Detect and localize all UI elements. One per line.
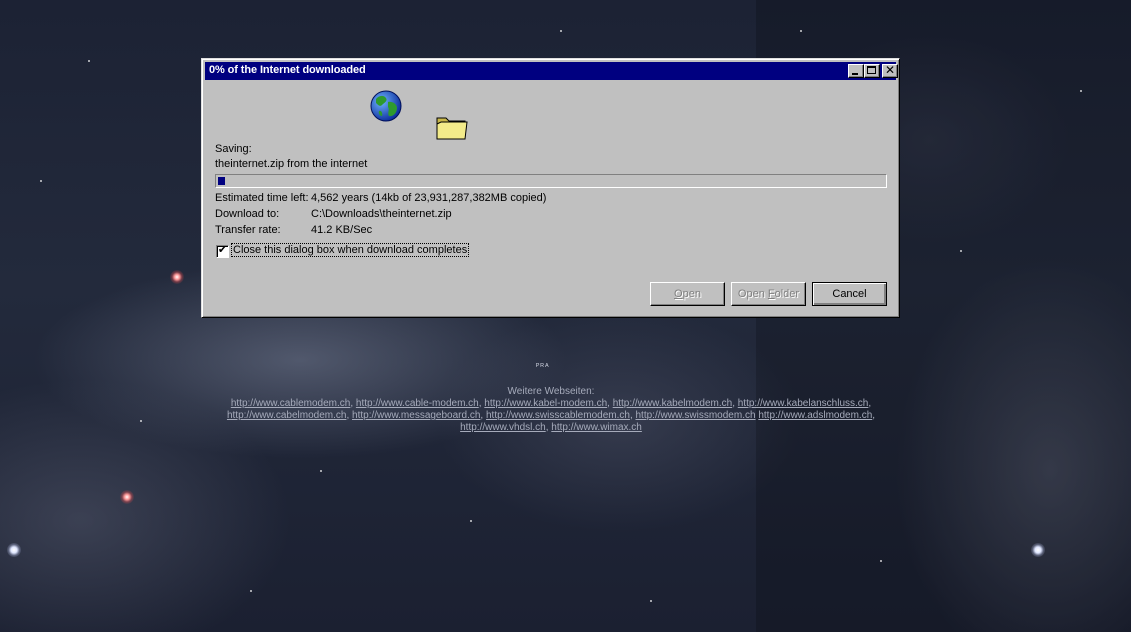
maximize-button[interactable] (864, 64, 880, 78)
open-button-label-suffix: pen (682, 288, 701, 300)
title-bar[interactable]: 0% of the Internet downloaded ✕ (205, 62, 898, 80)
footer-link[interactable]: http://www.wimax.ch (551, 422, 642, 433)
footer-link[interactable]: http://www.cabelmodem.ch (227, 410, 347, 421)
transfer-rate-value: 41.2 KB/Sec (311, 224, 373, 236)
open-folder-label-prefix: Open (737, 288, 768, 300)
link-separator: , (872, 410, 876, 421)
estimated-time-label: Estimated time left: (215, 192, 309, 204)
close-on-complete-label[interactable]: Close this dialog box when download comp… (230, 243, 470, 257)
footer-link[interactable]: http://www.swisscablemodem.ch (486, 410, 630, 421)
minimize-button[interactable] (848, 64, 864, 78)
star (320, 470, 322, 472)
download-progress-bar (215, 174, 887, 188)
close-button[interactable]: ✕ (882, 64, 898, 78)
red-star-flare (120, 490, 134, 504)
footer-links: http://www.cablemodem.ch, http://www.cab… (210, 398, 892, 434)
file-line: theinternet.zip from the internet (215, 158, 368, 170)
star (470, 520, 472, 522)
footer-link[interactable]: http://www.cablemodem.ch (231, 398, 351, 409)
open-folder-label-suffix: older (774, 288, 800, 300)
footer-heading: Weitere Webseiten: (507, 386, 595, 397)
saving-label: Saving: (215, 143, 252, 155)
footer-link[interactable]: http://www.cable-modem.ch (356, 398, 479, 409)
star (140, 420, 142, 422)
minimize-icon (852, 73, 858, 75)
dialog-title: 0% of the Internet downloaded (209, 64, 366, 76)
close-icon: ✕ (884, 63, 896, 77)
download-dialog: 0% of the Internet downloaded ✕ Saving: … (201, 58, 900, 318)
estimated-time-value: 4,562 years (14kb of 23,931,287,382MB co… (311, 192, 547, 204)
transfer-rate-label: Transfer rate: (215, 224, 281, 236)
footer-link[interactable]: http://www.kabelmodem.ch (613, 398, 733, 409)
star (800, 30, 802, 32)
footer-link[interactable]: http://www.kabelanschluss.ch (738, 398, 869, 409)
folder-icon (436, 117, 468, 140)
star (560, 30, 562, 32)
star (40, 180, 42, 182)
open-button-accelerator: O (674, 288, 683, 300)
white-star-flare (1031, 543, 1045, 557)
download-to-label: Download to: (215, 208, 280, 220)
star (960, 250, 962, 252)
red-star-flare (170, 270, 184, 284)
white-star-flare (7, 543, 21, 557)
star (1080, 90, 1082, 92)
link-separator: , (868, 398, 872, 409)
footer-link[interactable]: http://www.adslmodem.ch (758, 410, 872, 421)
footer-logo-mark: ᴾᴿᴬ (536, 362, 550, 371)
footer-link[interactable]: http://www.messageboard.ch (352, 410, 480, 421)
download-to-value: C:\Downloads\theinternet.zip (311, 208, 452, 220)
footer-link[interactable]: http://www.kabel-modem.ch (484, 398, 607, 409)
check-icon: ✔ (217, 244, 228, 256)
star (88, 60, 90, 62)
star (250, 590, 252, 592)
star (880, 560, 882, 562)
open-folder-accelerator: F (767, 288, 775, 300)
close-on-complete-checkbox[interactable]: ✔ (216, 244, 229, 258)
star (650, 600, 652, 602)
footer-link[interactable]: http://www.vhdsl.ch (460, 422, 546, 433)
maximize-icon (867, 66, 876, 74)
open-button[interactable]: Open (650, 282, 725, 306)
cancel-button[interactable]: Cancel (812, 282, 887, 306)
open-folder-button[interactable]: Open Folder (731, 282, 806, 306)
progress-fill (218, 177, 225, 185)
footer-link[interactable]: http://www.swissmodem.ch (636, 410, 756, 421)
globe-icon (370, 90, 402, 122)
